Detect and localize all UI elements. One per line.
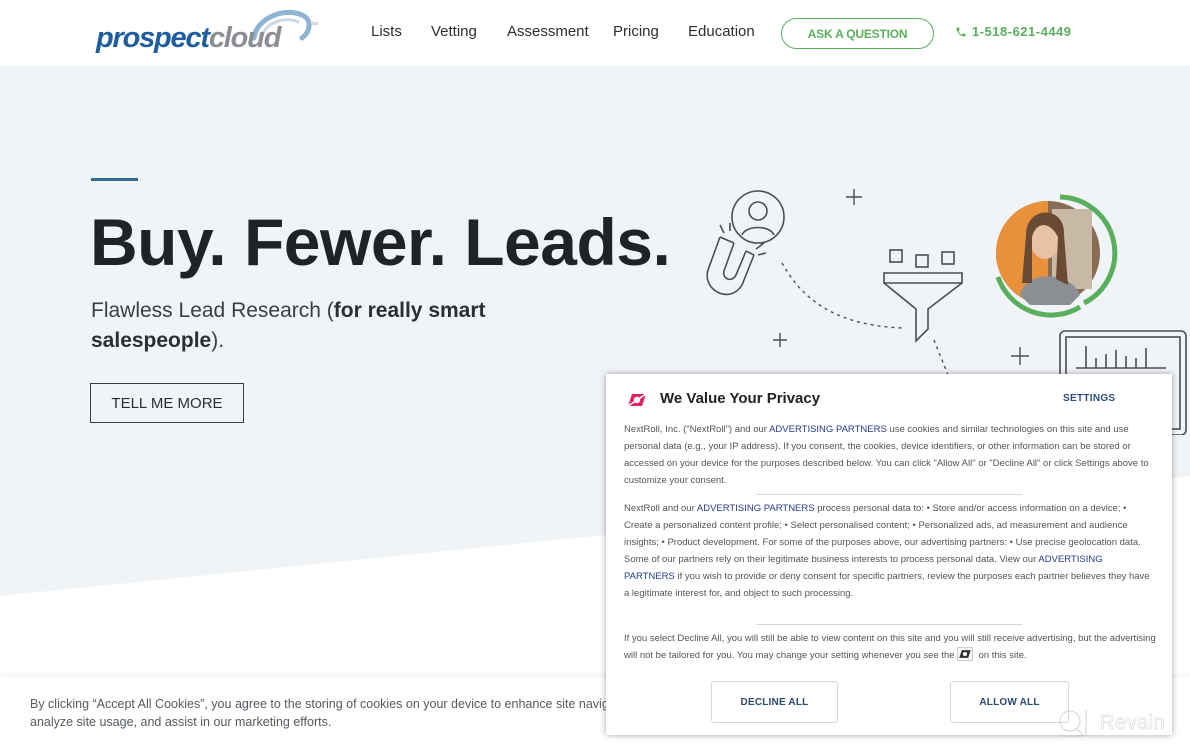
logo-secondary: cloud — [208, 22, 282, 54]
nav-assessment[interactable]: Assessment — [507, 23, 589, 40]
nextroll-icon — [627, 393, 647, 407]
phone-number: 1-518-621-4449 — [972, 24, 1072, 39]
hero-accent-line — [91, 178, 138, 181]
p1-text-start: NextRoll, Inc. ("NextRoll") and our — [624, 424, 770, 435]
revain-watermark: Revain — [1056, 708, 1165, 738]
ask-a-question-button[interactable]: ASK A QUESTION — [781, 18, 934, 49]
nav-vetting[interactable]: Vetting — [431, 23, 477, 40]
sparkle-icons — [773, 189, 1029, 365]
phone-icon — [956, 27, 966, 36]
logo-wordmark: prospectcloud — [96, 22, 282, 55]
watermark-text: Revain — [1100, 711, 1166, 734]
divider — [756, 494, 1022, 495]
hero-subtitle: Flawless Lead Research (for really smart… — [91, 296, 511, 356]
logo-primary: prospect — [96, 22, 210, 54]
cookie-text-line-2: analyze site usage, and assist in our ma… — [30, 715, 332, 729]
settings-link[interactable]: SETTINGS — [1063, 393, 1115, 404]
p2-text-start: NextRoll and our — [624, 503, 697, 514]
privacy-paragraph-2: NextRoll and our ADVERTISING PARTNERS pr… — [624, 500, 1156, 602]
cookie-consent-text: By clicking “Accept All Cookies”, you ag… — [30, 695, 610, 731]
nav-pricing[interactable]: Pricing — [613, 23, 659, 40]
privacy-paragraph-1: NextRoll, Inc. ("NextRoll") and our ADVE… — [624, 421, 1156, 489]
profile-photo — [995, 194, 1118, 318]
decline-all-button[interactable]: DECLINE ALL — [711, 681, 838, 723]
hero-subtitle-light: Flawless Lead Research ( — [91, 299, 334, 322]
privacy-title: We Value Your Privacy — [660, 390, 821, 407]
allow-all-button[interactable]: ALLOW ALL — [950, 681, 1069, 723]
privacy-paragraph-3: If you select Decline All, you will stil… — [624, 630, 1156, 664]
hero-title: Buy. Fewer. Leads. — [90, 205, 671, 279]
p3-text-start: If you select Decline All, you will stil… — [624, 633, 1156, 661]
nav-lists[interactable]: Lists — [371, 23, 402, 40]
advertising-partners-link[interactable]: ADVERTISING PARTNERS — [697, 503, 815, 514]
dotted-path-2 — [933, 339, 949, 376]
site-header: prospectcloud ™ Lists Vetting Assessment… — [0, 0, 1190, 66]
prospectcloud-logo[interactable]: prospectcloud ™ — [96, 8, 326, 58]
p2-text-end: if you wish to provide or deny consent f… — [624, 571, 1150, 599]
divider — [756, 624, 1022, 625]
person-avatar-icon — [731, 190, 785, 244]
revain-logo-icon — [1058, 710, 1087, 737]
funnel-icon — [883, 249, 963, 343]
magnet-icon — [706, 223, 767, 296]
tell-me-more-button[interactable]: TELL ME MORE — [90, 383, 244, 423]
logo-trademark: ™ — [311, 22, 318, 29]
advertising-partners-link[interactable]: ADVERTISING PARTNERS — [769, 424, 887, 435]
nextroll-inline-icon — [956, 647, 973, 662]
nav-education[interactable]: Education — [688, 23, 755, 40]
cookie-text-line-1: By clicking “Accept All Cookies”, you ag… — [30, 697, 610, 711]
p3-text-end: on this site. — [978, 650, 1027, 661]
phone-link[interactable]: 1-518-621-4449 — [955, 24, 1072, 39]
privacy-consent-modal: We Value Your Privacy SETTINGS NextRoll,… — [606, 374, 1172, 735]
hero-subtitle-end: ). — [211, 329, 225, 352]
